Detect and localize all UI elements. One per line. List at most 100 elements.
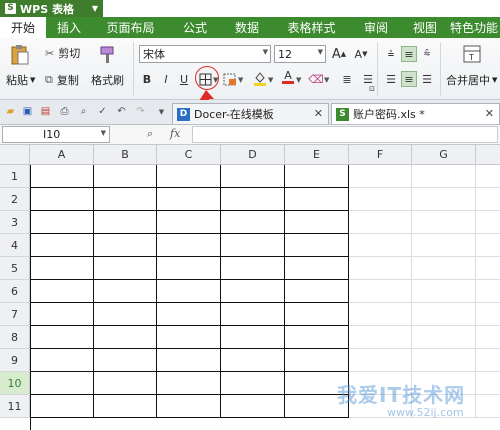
undo-icon[interactable]: ↶ [115,105,128,118]
grid-cell[interactable] [285,165,349,188]
column-header[interactable]: A [30,145,94,165]
grid-cell[interactable] [157,165,221,188]
cut-button[interactable]: ✂ 剪切 [45,45,80,61]
tab-table-style[interactable]: 表格样式 [273,17,350,38]
row-header[interactable]: 10 [0,372,30,395]
fill-color-icon[interactable] [252,70,268,86]
grid-cell[interactable] [30,372,94,395]
grid-cell[interactable] [30,280,94,303]
grid-cell[interactable] [221,188,285,211]
grid-cell[interactable] [30,211,94,234]
format-painter-button[interactable]: 格式刷 [91,72,124,88]
grid-cell[interactable] [221,303,285,326]
grid-cell[interactable] [285,303,349,326]
chevron-down-icon[interactable]: ▼ [296,76,301,84]
grid-cell[interactable] [221,372,285,395]
bold-button[interactable]: B [139,71,155,87]
tab-special[interactable]: 特色功能 [448,17,500,38]
grid-cell[interactable] [221,211,285,234]
grid-cell[interactable] [221,326,285,349]
grid-cell[interactable] [30,349,94,372]
grid-cell[interactable] [349,395,412,418]
shrink-font-button[interactable]: A ▼ [353,46,369,62]
grid-cell[interactable] [157,280,221,303]
select-all-corner[interactable] [0,145,30,165]
row-header[interactable]: 4 [0,234,30,257]
grid-cell[interactable] [412,188,476,211]
column-header[interactable]: B [94,145,157,165]
grid-cell[interactable] [476,165,500,188]
grid-cell[interactable] [30,257,94,280]
grid-cell[interactable] [349,165,412,188]
font-color-button[interactable]: A [280,69,296,85]
export-pdf-icon[interactable]: ▤ [39,105,52,118]
grid-cell[interactable] [157,188,221,211]
grid-cell[interactable] [476,395,500,418]
grid-cell[interactable] [94,257,157,280]
underline-button[interactable]: U [176,71,192,87]
chevron-down-icon[interactable]: ▼ [324,76,329,84]
grow-font-button[interactable]: A ▲ [331,46,347,62]
grid-cell[interactable] [476,211,500,234]
grid-cell[interactable] [221,234,285,257]
grid-cell[interactable] [412,165,476,188]
grid-cell[interactable] [157,395,221,418]
redo-icon[interactable]: ↷ [134,105,147,118]
tab-docer-templates[interactable]: D Docer-在线模板 ✕ [172,103,329,124]
font-settings-icon[interactable]: ⊡ [367,84,377,94]
grid-cell[interactable] [94,326,157,349]
fx-button[interactable]: fx [170,127,180,140]
spreadsheet-grid[interactable]: A B C D E F G 1 2 3 4 5 6 7 8 9 10 11 [0,145,500,430]
wrap-text-icon[interactable]: ≣ [339,71,355,87]
grid-cell[interactable] [412,303,476,326]
grid-cell[interactable] [30,303,94,326]
column-header[interactable]: D [221,145,285,165]
grid-cell[interactable] [157,257,221,280]
chevron-down-icon[interactable]: ▼ [268,76,273,84]
grid-cell[interactable] [476,188,500,211]
grid-cell[interactable] [94,395,157,418]
grid-cell[interactable] [157,326,221,349]
align-bottom-icon[interactable]: ⩯ [419,46,435,62]
align-middle-icon[interactable]: ≡ [401,46,417,62]
print-icon[interactable]: ⎙ [58,105,71,118]
grid-cell[interactable] [349,257,412,280]
tab-formulas[interactable]: 公式 [169,17,221,38]
grid-cell[interactable] [30,326,94,349]
grid-cell[interactable] [285,211,349,234]
grid-cell[interactable] [476,234,500,257]
tab-home[interactable]: 开始 [0,17,46,38]
grid-cell[interactable] [157,234,221,257]
open-folder-icon[interactable]: ▰ [4,105,17,118]
quick-access-dropdown-icon[interactable]: ▼ [155,105,168,118]
grid-cell[interactable] [476,257,500,280]
column-header[interactable]: G [412,145,476,165]
grid-cell[interactable] [221,257,285,280]
grid-cell[interactable] [476,349,500,372]
grid-cell[interactable] [412,349,476,372]
grid-cell[interactable] [221,165,285,188]
zoom-search-icon[interactable]: ⌕ [147,127,153,141]
align-center-icon[interactable]: ≡ [401,71,417,87]
grid-cell[interactable] [94,188,157,211]
grid-cell[interactable] [412,211,476,234]
name-box[interactable]: I10 ▼ [2,126,110,143]
row-header[interactable]: 9 [0,349,30,372]
grid-cell[interactable] [285,349,349,372]
grid-cell[interactable] [157,303,221,326]
chevron-down-icon[interactable]: ▼ [238,76,243,84]
grid-cell[interactable] [349,280,412,303]
paste-button[interactable]: 粘贴 ▼ [6,72,35,88]
row-header[interactable]: 7 [0,303,30,326]
grid-cell[interactable] [476,280,500,303]
paste-icon[interactable] [9,43,31,67]
grid-cell[interactable] [94,349,157,372]
merge-center-button[interactable]: 合并居中 ▼ [446,72,497,88]
spell-check-icon[interactable]: ✓ [96,105,109,118]
grid-cell[interactable] [285,234,349,257]
column-header[interactable]: C [157,145,221,165]
grid-cell[interactable] [412,234,476,257]
grid-cell[interactable] [349,372,412,395]
tab-review[interactable]: 审阅 [350,17,402,38]
grid-cell[interactable] [285,257,349,280]
